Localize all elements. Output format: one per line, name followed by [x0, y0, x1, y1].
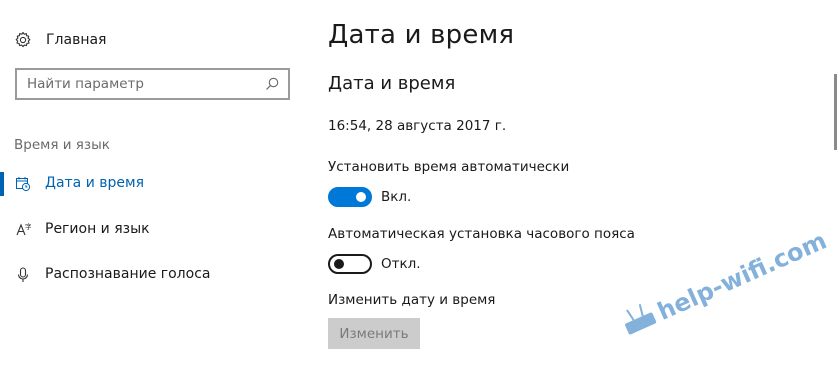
auto-timezone-state: Откл. [381, 256, 421, 272]
auto-time-toggle[interactable] [328, 187, 372, 207]
calendar-clock-icon [15, 176, 31, 192]
toggle-knob [334, 259, 344, 269]
sidebar-item-date-time[interactable]: Дата и время [0, 172, 300, 196]
auto-timezone-label: Автоматическая установка часового пояса [328, 226, 635, 242]
active-indicator [0, 218, 4, 242]
settings-window: Главная Время и язык [0, 0, 840, 374]
gear-icon [14, 31, 32, 49]
auto-timezone-row: Откл. [328, 254, 421, 274]
svg-text:字: 字 [25, 222, 31, 231]
search-icon[interactable] [264, 76, 280, 92]
section-title: Дата и время [328, 73, 456, 94]
active-indicator [0, 172, 4, 196]
search-box[interactable] [15, 68, 290, 100]
page-title: Дата и время [328, 20, 515, 50]
language-icon: 字 [15, 222, 32, 238]
home-label: Главная [46, 32, 107, 48]
current-datetime: 16:54, 28 августа 2017 г. [328, 118, 507, 134]
toggle-knob [356, 192, 366, 202]
auto-time-state: Вкл. [381, 189, 412, 205]
sidebar-item-region-language[interactable]: 字 Регион и язык [0, 218, 300, 242]
section-label: Время и язык [14, 137, 110, 153]
main-content: Дата и время Дата и время 16:54, 28 авгу… [328, 0, 818, 374]
auto-timezone-toggle[interactable] [328, 254, 372, 274]
microphone-icon [15, 267, 31, 283]
active-indicator [0, 263, 4, 287]
sidebar-item-label: Распознавание голоса [45, 266, 211, 282]
auto-time-row: Вкл. [328, 187, 411, 207]
sidebar-item-speech[interactable]: Распознавание голоса [0, 263, 300, 287]
change-datetime-label: Изменить дату и время [328, 292, 496, 308]
auto-time-label: Установить время автоматически [328, 159, 570, 175]
sidebar-item-label: Дата и время [45, 175, 144, 191]
home-link[interactable]: Главная [14, 29, 106, 51]
change-button[interactable]: Изменить [328, 318, 420, 349]
scrollbar[interactable] [834, 74, 837, 150]
sidebar: Главная Время и язык [0, 0, 300, 374]
sidebar-item-label: Регион и язык [45, 221, 150, 237]
search-input[interactable] [17, 71, 267, 97]
